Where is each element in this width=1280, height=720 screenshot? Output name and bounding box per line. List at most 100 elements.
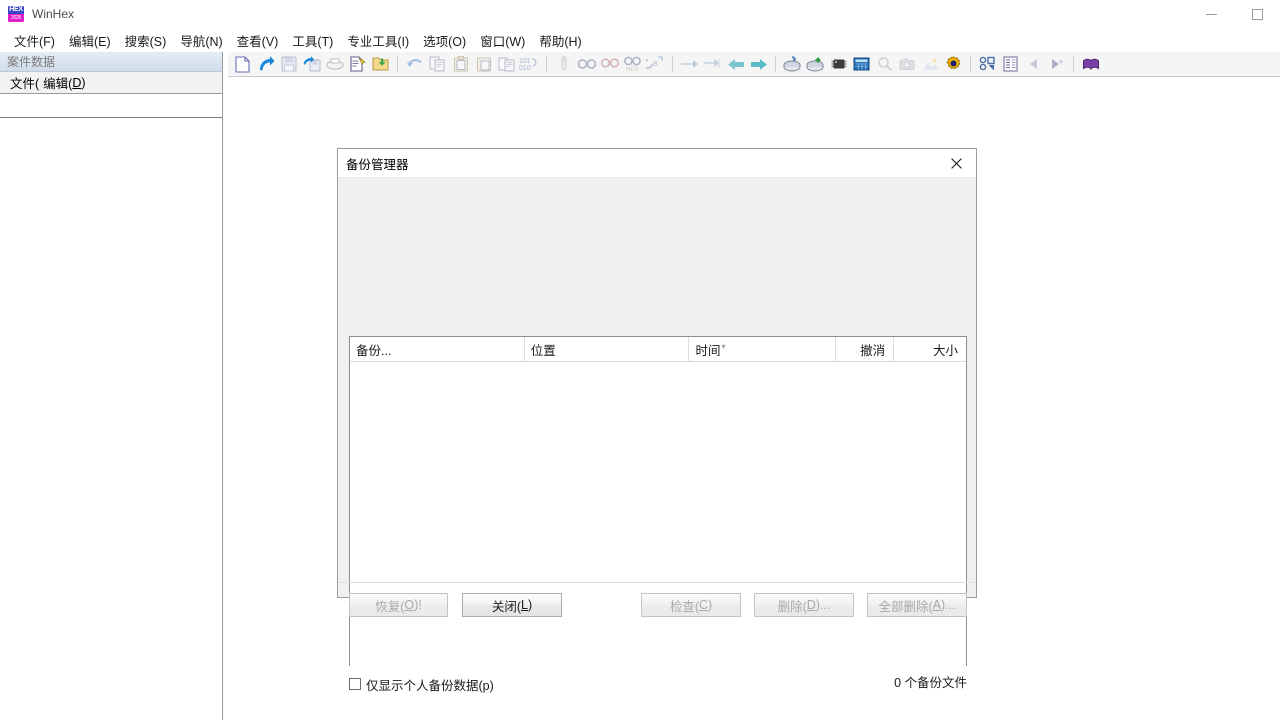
sidebar-tab-row[interactable]: 文件( 编辑(D) — [0, 72, 222, 94]
close-button[interactable]: 关闭(L) — [462, 593, 562, 617]
ram-editor-button[interactable] — [827, 53, 850, 76]
replace-hex-button[interactable]: B — [644, 53, 667, 76]
goto-end-button[interactable] — [701, 53, 724, 76]
paste-clipboard-button[interactable] — [449, 53, 472, 76]
find-hex-button[interactable] — [598, 53, 621, 76]
toolbar-separator — [672, 56, 673, 72]
menu-help[interactable]: 帮助(H) — [532, 29, 588, 52]
menu-specialist-tools[interactable]: 专业工具(I) — [340, 29, 416, 52]
analyze-button[interactable] — [873, 53, 896, 76]
binary-convert-button[interactable]: 101 010 — [518, 53, 541, 76]
clipboard-data-button[interactable] — [495, 53, 518, 76]
menu-edit[interactable]: 编辑(E) — [62, 29, 118, 52]
replace-text-button[interactable]: HEX — [621, 53, 644, 76]
forward-arrow-button[interactable] — [747, 53, 770, 76]
svg-text:B: B — [653, 61, 658, 68]
open-file-button[interactable] — [254, 53, 277, 76]
hex-edit-button[interactable] — [552, 53, 575, 76]
settings-gear-button[interactable] — [942, 53, 965, 76]
show-personal-backups-label: 仅显示个人备份数据(p) — [366, 675, 494, 694]
dialog-close-button[interactable] — [936, 149, 976, 177]
menu-file[interactable]: 文件(F) — [7, 29, 62, 52]
delete-all-button-label: 全部删除( — [878, 596, 932, 615]
open-disk-button[interactable] — [781, 53, 804, 76]
toolbar-separator — [546, 56, 547, 72]
maximize-button[interactable] — [1234, 0, 1280, 28]
restore-button[interactable]: 恢复(O)! — [349, 593, 448, 617]
paste-clipboard-icon — [453, 56, 469, 72]
minimize-button[interactable] — [1188, 0, 1234, 28]
menu-search[interactable]: 搜索(S) — [118, 29, 174, 52]
goto-offset-button[interactable] — [678, 53, 701, 76]
prev-item-button[interactable] — [1022, 53, 1045, 76]
binary-convert-icon: 101 010 — [519, 56, 541, 72]
column-header-undo[interactable]: 撤消 — [836, 337, 894, 361]
print-button[interactable] — [323, 53, 346, 76]
sidebar-tree-body[interactable] — [0, 117, 222, 720]
check-button[interactable]: 检查(C) — [641, 593, 741, 617]
backup-list-rows[interactable] — [350, 362, 966, 666]
back-arrow-button[interactable] — [724, 53, 747, 76]
sort-indicator-icon: ▾ — [721, 342, 725, 351]
next-item-button[interactable] — [1045, 53, 1068, 76]
delete-button-accel: D — [807, 598, 816, 612]
svg-text:010: 010 — [519, 65, 531, 72]
column-header-size[interactable]: 大小 — [894, 337, 966, 361]
column-header-location[interactable]: 位置 — [525, 337, 690, 361]
winhex-application-window: HEX 2025 WinHex 文件(F) 编辑(E) 搜索(S) 导航(N) … — [0, 0, 1280, 720]
toolbar-separator — [775, 56, 776, 72]
undo-button[interactable] — [403, 53, 426, 76]
clipboard-data-icon — [498, 56, 515, 72]
help-book-button[interactable] — [1079, 53, 1102, 76]
goto-end-icon — [703, 57, 723, 71]
column-header-size-label: 大小 — [933, 340, 958, 359]
dialog-options-row: 仅显示个人备份数据(p) 0 个备份文件 — [349, 672, 967, 696]
maximize-icon — [1252, 9, 1263, 20]
find-text-button[interactable] — [575, 53, 598, 76]
gallery-button[interactable] — [919, 53, 942, 76]
delete-button[interactable]: 删除(D)... — [754, 593, 854, 617]
save-file-button[interactable] — [277, 53, 300, 76]
camera-button[interactable] — [896, 53, 919, 76]
show-personal-backups-checkbox[interactable] — [349, 678, 361, 690]
save-as-button[interactable] — [300, 53, 323, 76]
menu-tools[interactable]: 工具(T) — [285, 29, 340, 52]
paste-button[interactable] — [472, 53, 495, 76]
delete-all-button-accel: A — [933, 598, 941, 612]
menu-navigation[interactable]: 导航(N) — [173, 29, 229, 52]
delete-all-button[interactable]: 全部删除(A)... — [867, 593, 967, 617]
column-header-time-label: 时间 — [695, 340, 720, 359]
menu-options[interactable]: 选项(O) — [416, 29, 473, 52]
case-data-button[interactable] — [976, 53, 999, 76]
save-file-icon — [281, 56, 297, 72]
sidebar-tab-edit-accel: D — [72, 76, 81, 90]
dialog-title-bar: 备份管理器 — [338, 149, 976, 178]
main-toolbar: 101 010 — [228, 52, 1280, 77]
column-header-backup[interactable]: 备份... — [350, 337, 525, 361]
report-button[interactable] — [999, 53, 1022, 76]
dialog-title: 备份管理器 — [338, 154, 409, 173]
backup-manager-dialog: 备份管理器 备份... 位置 时间▾ — [337, 148, 977, 598]
check-button-suffix: ) — [708, 598, 712, 612]
window-controls — [1188, 0, 1280, 28]
copy-button[interactable] — [426, 53, 449, 76]
toolbar-separator — [1073, 56, 1074, 72]
replace-text-icon: HEX — [623, 56, 643, 72]
calculator-button[interactable] — [850, 53, 873, 76]
close-icon — [951, 158, 962, 169]
sidebar-tab-edit-label: 编辑( — [43, 73, 72, 92]
menu-view[interactable]: 查看(V) — [230, 29, 286, 52]
column-header-backup-label: 备份... — [356, 340, 391, 359]
backup-list-header: 备份... 位置 时间▾ 撤消 大小 — [350, 337, 966, 362]
menu-window[interactable]: 窗口(W) — [473, 29, 532, 52]
properties-icon — [349, 56, 367, 73]
restore-button-accel: O — [404, 598, 414, 612]
new-file-button[interactable] — [231, 53, 254, 76]
open-folder-button[interactable] — [369, 53, 392, 76]
add-disk-button[interactable] — [804, 53, 827, 76]
case-data-icon — [979, 56, 997, 72]
open-file-icon — [257, 56, 275, 73]
column-header-time[interactable]: 时间▾ — [689, 337, 836, 361]
properties-button[interactable] — [346, 53, 369, 76]
find-hex-icon — [600, 57, 620, 72]
